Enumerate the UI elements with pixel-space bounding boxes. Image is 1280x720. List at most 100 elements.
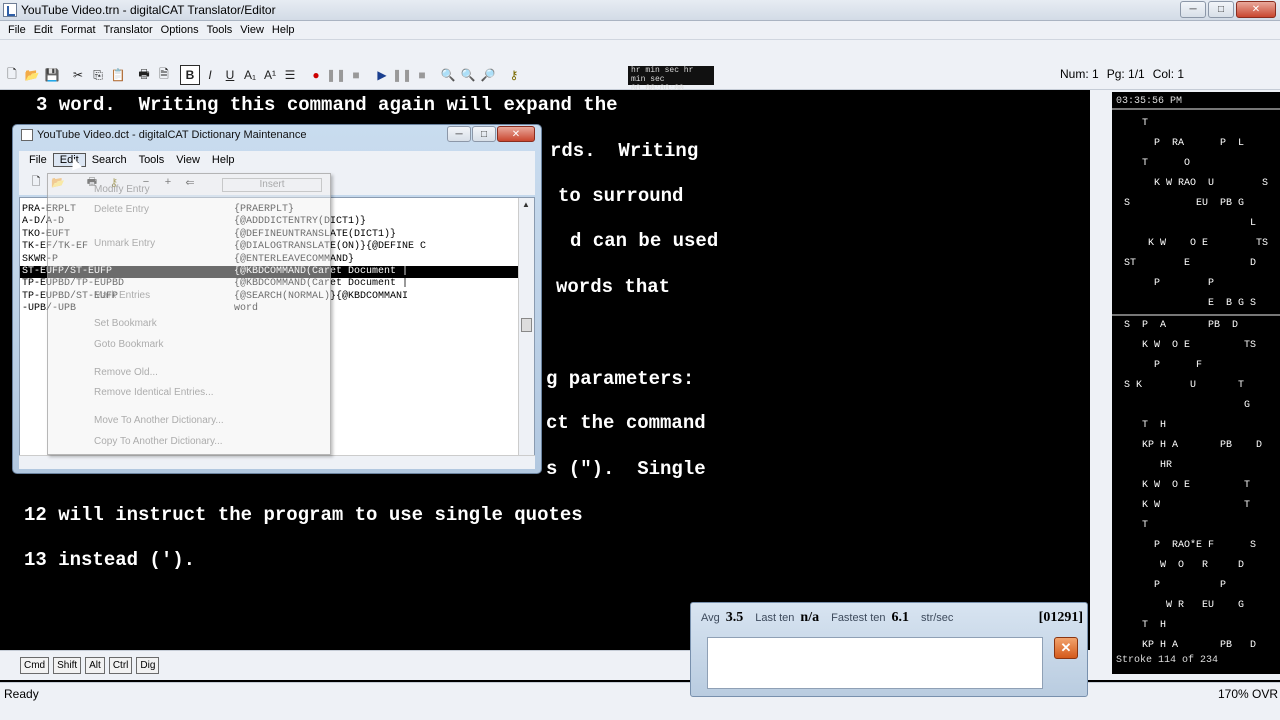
dict-menu-view[interactable]: View [170, 154, 206, 166]
steno-panel: 03:35:56 PM T P RA P L T O K W RAO U S S… [1090, 90, 1280, 680]
menu-translator[interactable]: Translator [100, 24, 157, 36]
dictionary-scrollbar[interactable]: ▲ ▼ [518, 198, 534, 464]
zoom-in-icon[interactable]: 🔍 [438, 65, 458, 85]
dict-menu-file[interactable]: File [23, 154, 53, 166]
dict-maximize-button[interactable]: □ [472, 126, 496, 142]
steno-line: K W T [1112, 500, 1251, 511]
last-ten-label: Last ten [755, 612, 795, 624]
fastest-ten-value: 6.1 [891, 610, 910, 625]
editor-line: d can be used [570, 230, 719, 252]
edit-dropdown-menu: Insert Modify Entry Delete Entry Unmark En… [47, 173, 331, 455]
ready-status: Ready [4, 687, 39, 701]
edit-menu-item[interactable]: Mark Entries [94, 290, 150, 301]
status-bar: Ready 170% OVR [0, 682, 1280, 720]
steno-line: K W O E TS [1112, 238, 1269, 249]
menu-help[interactable]: Help [268, 24, 299, 36]
italic-icon[interactable]: I [200, 65, 220, 85]
steno-line: HR [1112, 460, 1173, 471]
ctrl-key[interactable]: Ctrl [108, 657, 133, 674]
alt-key[interactable]: Alt [85, 657, 105, 674]
menu-options[interactable]: Options [157, 24, 203, 36]
position-status: Num: 1 Pg: 1/1 Col: 1 [1060, 67, 1184, 81]
play-pause-icon[interactable]: ❚❚ [392, 65, 412, 85]
page-status: Pg: 1/1 [1106, 67, 1145, 81]
dict-close-button[interactable]: ✕ [497, 126, 535, 142]
menu-tools[interactable]: Tools [203, 24, 237, 36]
steno-line: P F [1112, 360, 1203, 371]
toolbar: 🗋 📂 💾 ✂ ⎘ 📋 🖶 🗎 B I U A₁ A¹ ☰ ● ❚❚ ■ ▶ ❚… [0, 40, 1280, 93]
edit-menu-item[interactable]: Modify Entry [94, 184, 150, 195]
cut-icon[interactable]: ✂ [68, 65, 88, 85]
dictionary-window: YouTube Video.dct - digitalCAT Dictionar… [12, 124, 542, 474]
print-icon[interactable]: 🖶 [134, 65, 154, 85]
edit-menu-item[interactable]: Move To Another Dictionary... [94, 415, 224, 426]
paste-icon[interactable]: 📋 [108, 65, 128, 85]
close-button[interactable]: ✕ [1236, 1, 1276, 18]
dictionary-footer [19, 455, 535, 469]
window-controls: ─ □ ✕ [1180, 1, 1276, 18]
dict-menu-help[interactable]: Help [206, 154, 241, 166]
edit-menu-item[interactable]: Copy To Another Dictionary... [94, 436, 223, 447]
steno-line: W O R D [1112, 560, 1245, 571]
steno-line: KP H A PB D [1112, 640, 1257, 651]
copy-icon[interactable]: ⎘ [88, 65, 108, 85]
new-file-icon[interactable]: 🗋 [2, 65, 22, 85]
speed-close-button[interactable]: ✕ [1054, 637, 1078, 659]
edit-menu-item[interactable]: Unmark Entry [94, 238, 155, 249]
steno-line: E B G S [1112, 298, 1257, 309]
edit-menu-item[interactable]: Goto Bookmark [94, 339, 163, 350]
bold-icon[interactable]: B [180, 65, 200, 85]
toolbar-row: 🗋 📂 💾 ✂ ⎘ 📋 🖶 🗎 B I U A₁ A¹ ☰ ● ❚❚ ■ ▶ ❚… [2, 65, 524, 85]
scroll-thumb[interactable] [521, 318, 532, 332]
speed-input-area[interactable] [707, 637, 1043, 689]
print-preview-icon[interactable]: 🗎 [154, 65, 174, 85]
dig-key[interactable]: Dig [136, 657, 160, 674]
menu-view[interactable]: View [236, 24, 268, 36]
underline-icon[interactable]: U [220, 65, 240, 85]
steno-line: L [1112, 218, 1257, 229]
align-center-icon[interactable]: ☰ [280, 65, 300, 85]
steno-tape[interactable]: 03:35:56 PM T P RA P L T O K W RAO U S S… [1112, 92, 1280, 674]
scroll-up-icon[interactable]: ▲ [522, 200, 530, 209]
steno-clock: 03:35:56 PM [1116, 96, 1183, 107]
shift-key[interactable]: Shift [53, 657, 82, 674]
stroke-count: [01291] [1038, 610, 1083, 625]
play-icon[interactable]: ▶ [372, 65, 392, 85]
steno-divider [1112, 314, 1280, 316]
superscript-icon[interactable]: A¹ [260, 65, 280, 85]
find-icon[interactable]: 🔎 [478, 65, 498, 85]
menu-format[interactable]: Format [57, 24, 100, 36]
edit-menu-item[interactable]: Set Bookmark [94, 318, 157, 329]
menu-file[interactable]: File [4, 24, 30, 36]
menu-edit[interactable]: Edit [30, 24, 57, 36]
edit-menu-item[interactable]: Delete Entry [94, 204, 149, 215]
stop-icon[interactable]: ■ [346, 65, 366, 85]
dict-minimize-button[interactable]: ─ [447, 126, 471, 142]
new-entry-icon[interactable]: 🗋 [27, 173, 45, 191]
play-stop-icon[interactable]: ■ [412, 65, 432, 85]
open-folder-icon[interactable]: 📂 [22, 65, 42, 85]
window-title: YouTube Video.trn - digitalCAT Translato… [21, 3, 276, 17]
dict-menu-tools[interactable]: Tools [133, 154, 171, 166]
speed-window: Avg 3.5 Last ten n/a Fastest ten 6.1 str… [690, 602, 1088, 697]
key-icon[interactable]: ⚷ [504, 65, 524, 85]
dictionary-window-controls: ─ □ ✕ [447, 126, 535, 142]
insert-menu-item[interactable]: Insert [222, 178, 322, 192]
subscript-icon[interactable]: A₁ [240, 65, 260, 85]
edit-menu-item[interactable]: Remove Old... [94, 367, 158, 378]
steno-line: KP H A PB D [1112, 440, 1263, 451]
editor-line: 3 word. Writing this command again will … [36, 94, 618, 116]
dict-menu-search[interactable]: Search [86, 154, 133, 166]
edit-menu-item[interactable]: Remove Identical Entries... [94, 387, 214, 398]
save-icon[interactable]: 💾 [42, 65, 62, 85]
cmd-key[interactable]: Cmd [20, 657, 50, 674]
steno-line: ST E D [1112, 258, 1257, 269]
minimize-button[interactable]: ─ [1180, 1, 1206, 18]
pause-icon[interactable]: ❚❚ [326, 65, 346, 85]
dictionary-title-bar: YouTube Video.dct - digitalCAT Dictionar… [21, 129, 306, 141]
zoom-out-icon[interactable]: 🔍 [458, 65, 478, 85]
title-bar: YouTube Video.trn - digitalCAT Translato… [0, 0, 1280, 21]
maximize-button[interactable]: □ [1208, 1, 1234, 18]
record-icon[interactable]: ● [306, 65, 326, 85]
menu-bar: File Edit Format Translator Options Tool… [0, 21, 1280, 40]
